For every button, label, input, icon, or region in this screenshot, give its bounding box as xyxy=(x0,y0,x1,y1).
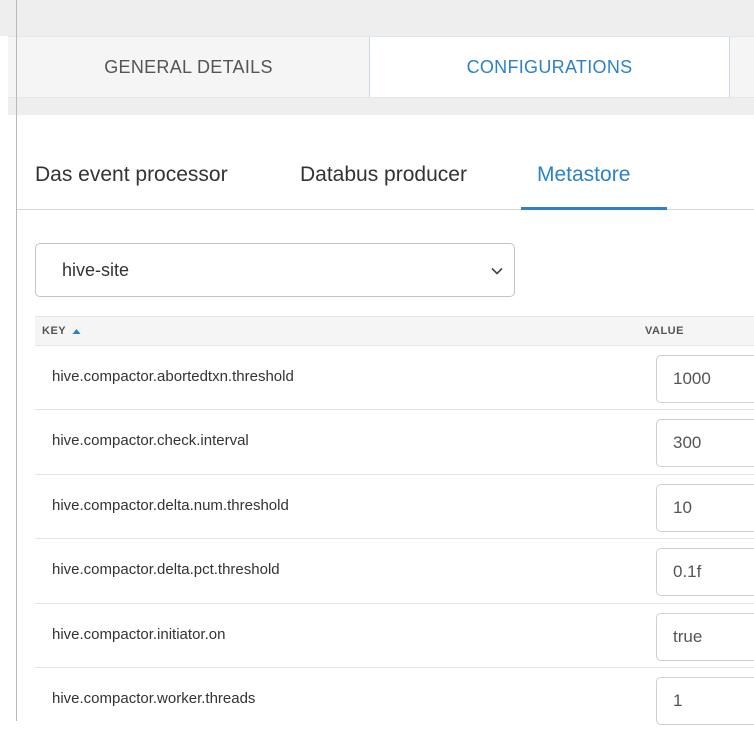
tabs-separator-band xyxy=(8,98,754,115)
tab-general-details[interactable]: GENERAL DETAILS xyxy=(8,37,370,97)
row-value-input[interactable] xyxy=(656,355,754,403)
row-key: hive.compactor.abortedtxn.threshold xyxy=(52,368,294,385)
column-header-key[interactable]: KEY xyxy=(42,317,81,345)
table-header: KEY VALUE xyxy=(35,316,754,346)
row-key: hive.compactor.delta.pct.threshold xyxy=(52,561,280,579)
table-row: hive.compactor.check.interval xyxy=(35,410,754,475)
row-key: hive.compactor.check.interval xyxy=(52,432,249,450)
sort-ascending-icon xyxy=(72,328,81,334)
tab-configurations[interactable]: CONFIGURATIONS xyxy=(370,37,730,97)
config-file-select[interactable]: hive-site xyxy=(35,243,515,297)
chevron-down-icon xyxy=(491,267,503,275)
row-key: hive.compactor.initiator.on xyxy=(52,625,226,643)
row-value-input[interactable] xyxy=(656,419,754,468)
row-key: hive.compactor.delta.num.threshold xyxy=(52,496,289,514)
panel-left-border xyxy=(16,0,17,721)
config-file-select-value: hive-site xyxy=(62,260,130,280)
row-value-input[interactable] xyxy=(656,676,754,725)
config-table: KEY VALUE hive.compactor.abortedtxn.thre… xyxy=(35,316,754,732)
subtab-databus-producer[interactable]: Databus producer xyxy=(300,150,467,210)
top-strip xyxy=(0,0,754,36)
table-row: hive.compactor.abortedtxn.threshold xyxy=(35,346,754,411)
column-header-value: VALUE xyxy=(645,325,684,337)
column-header-key-label: KEY xyxy=(42,325,66,337)
row-value-input[interactable] xyxy=(656,612,754,661)
table-row: hive.compactor.delta.num.threshold xyxy=(35,475,754,540)
row-value-input[interactable] xyxy=(656,548,754,597)
row-value-input[interactable] xyxy=(656,483,754,532)
table-row: hive.compactor.delta.pct.threshold xyxy=(35,539,754,604)
subtab-das-event-processor[interactable]: Das event processor xyxy=(35,150,228,210)
table-row: hive.compactor.initiator.on xyxy=(35,604,754,668)
table-row: hive.compactor.worker.threads xyxy=(35,668,754,732)
subtab-metastore[interactable]: Metastore xyxy=(521,150,667,210)
main-tabs: GENERAL DETAILS CONFIGURATIONS xyxy=(8,36,754,98)
service-subtabs: Das event processor Databus producer Met… xyxy=(17,150,754,210)
